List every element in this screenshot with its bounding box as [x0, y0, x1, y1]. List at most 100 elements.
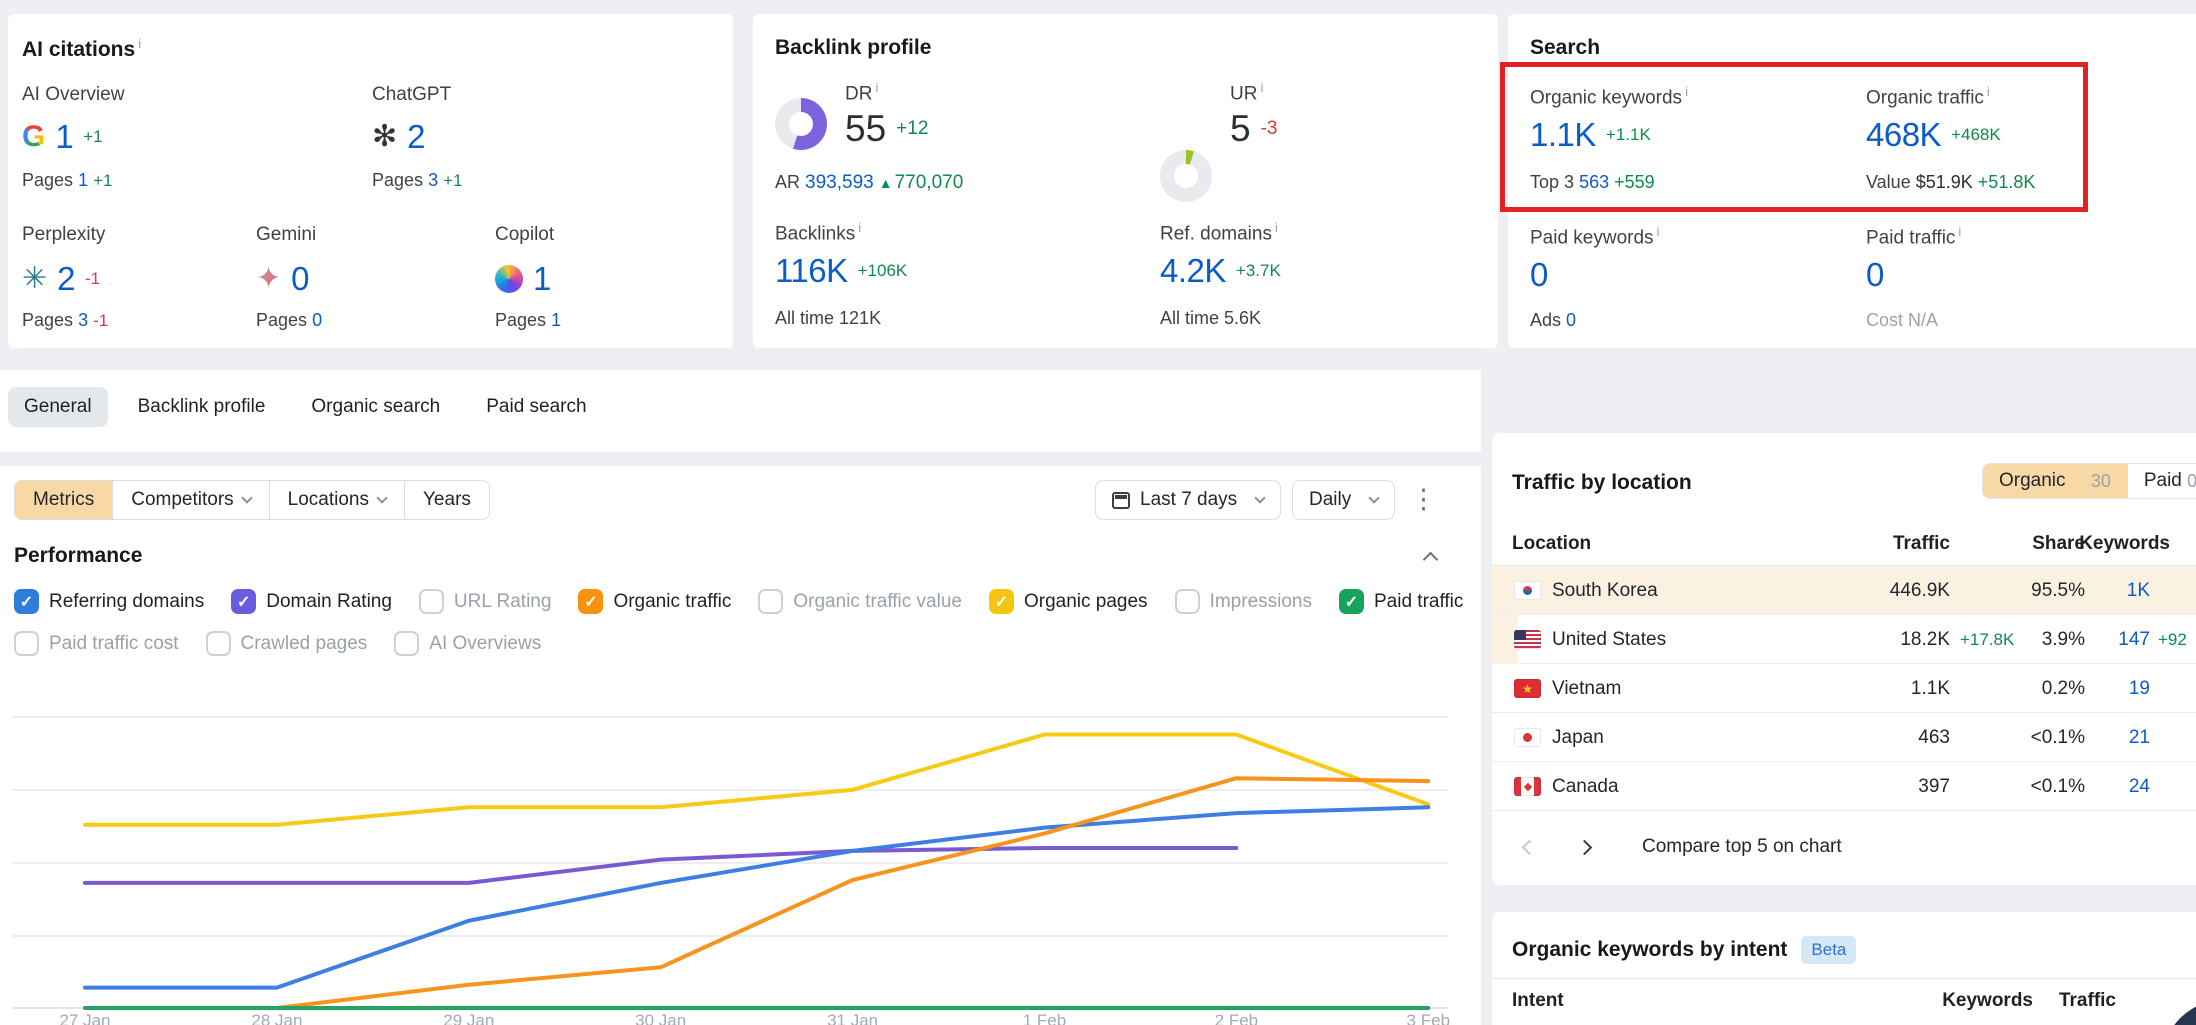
tab-general[interactable]: General	[8, 387, 108, 427]
copilot-pages: Pages 1	[495, 310, 561, 331]
collapse-chevron-up-icon[interactable]	[1423, 552, 1439, 568]
info-icon[interactable]: i	[1260, 80, 1263, 95]
years-filter-button[interactable]: Years	[404, 481, 489, 519]
gemini-label: Gemini	[256, 224, 316, 246]
perplexity-icon: ✳	[22, 264, 47, 294]
svg-text:2 Feb: 2 Feb	[1215, 1011, 1258, 1025]
col-intent-traffic[interactable]: Traffic	[2059, 990, 2116, 1012]
toggle-organic[interactable]: Organic 30	[1983, 464, 2127, 498]
col-intent[interactable]: Intent	[1512, 990, 1564, 1012]
backlinks-label: Backlinksi	[775, 220, 861, 245]
checkbox-paid-traffic-cost[interactable]: Paid traffic cost	[14, 631, 179, 656]
performance-chart[interactable]: 27 Jan28 Jan29 Jan30 Jan31 Jan1 Feb2 Feb…	[0, 660, 1481, 1025]
locations-filter-button[interactable]: Locations	[269, 481, 404, 519]
info-icon[interactable]: i	[138, 36, 141, 51]
ref-domains-delta: +3.7K	[1236, 261, 1281, 281]
checkbox-ai-overviews[interactable]: AI Overviews	[394, 631, 541, 656]
checkbox-paid-traffic[interactable]: Paid traffic	[1339, 589, 1463, 614]
checkbox-organic-pages[interactable]: Organic pages	[989, 589, 1148, 614]
ai-overview-value[interactable]: 1	[55, 118, 73, 156]
ref-domains-value[interactable]: 4.2K	[1160, 252, 1226, 290]
date-range-button[interactable]: Last 7 days	[1095, 480, 1281, 520]
more-options-kebab-icon[interactable]: ⋮	[1410, 486, 1437, 513]
keywords-link[interactable]: 24	[2129, 762, 2150, 811]
next-page-chevron-icon[interactable]	[1577, 839, 1593, 855]
annotation-box	[1500, 62, 2088, 212]
info-icon[interactable]: i	[1275, 220, 1278, 235]
checkbox-organic-traffic[interactable]: Organic traffic	[578, 589, 731, 614]
location-row-vietnam[interactable]: Vietnam 1.1K 0.2% 19	[1492, 664, 2196, 713]
ar-value[interactable]: 393,593	[805, 172, 874, 193]
info-icon[interactable]: i	[858, 220, 861, 235]
info-icon[interactable]: i	[1657, 224, 1660, 239]
google-icon: G	[22, 120, 45, 154]
paid-keywords-label: Paid keywordsi	[1530, 224, 1659, 249]
toggle-paid[interactable]: Paid 0	[2127, 464, 2196, 498]
checkbox-impressions[interactable]: Impressions	[1175, 589, 1312, 614]
location-row-united-states[interactable]: United States 18.2K +17.8K 3.9% 147 +92	[1492, 615, 2196, 664]
prev-page-chevron-icon[interactable]	[1522, 839, 1538, 855]
ai-citations-card: AI citationsi AI Overview G 1 +1 Pages 1…	[8, 14, 733, 348]
location-table-header: Location Traffic Share Keywords	[1492, 533, 2196, 566]
perplexity-value[interactable]: 2	[57, 260, 75, 298]
keywords-link[interactable]: 21	[2129, 713, 2150, 762]
location-row-japan[interactable]: Japan 463 <0.1% 21	[1492, 713, 2196, 762]
gemini-value[interactable]: 0	[291, 260, 309, 298]
location-row-south-korea[interactable]: South Korea 446.9K 95.5% 1K	[1492, 566, 2196, 615]
intent-table-header: Intent Keywords Traffic	[1492, 990, 2196, 1020]
paid-keywords-value[interactable]: 0	[1530, 256, 1548, 294]
organic-paid-toggle: Organic 30 Paid 0	[1982, 463, 2196, 499]
location-row-canada[interactable]: Canada 397 <0.1% 24	[1492, 762, 2196, 811]
col-intent-keywords[interactable]: Keywords	[1942, 990, 2033, 1012]
checkbox-referring-domains[interactable]: Referring domains	[14, 589, 204, 614]
col-keywords[interactable]: Keywords	[2079, 533, 2170, 555]
vietnam-flag-icon	[1514, 679, 1541, 698]
perplexity-label: Perplexity	[22, 224, 105, 246]
checkbox-icon	[206, 631, 231, 656]
tab-backlink-profile[interactable]: Backlink profile	[122, 387, 282, 427]
backlinks-delta: +106K	[858, 261, 908, 281]
metrics-filter-button[interactable]: Metrics	[15, 481, 112, 519]
checkbox-url-rating[interactable]: URL Rating	[419, 589, 552, 614]
dr-value: 55	[845, 108, 886, 150]
copilot-label: Copilot	[495, 224, 554, 246]
copilot-value[interactable]: 1	[533, 260, 551, 298]
chatgpt-value[interactable]: 2	[407, 118, 425, 156]
chevron-down-icon	[376, 492, 387, 503]
keywords-link[interactable]: 147	[2118, 615, 2150, 664]
info-icon[interactable]: i	[1958, 224, 1961, 239]
svg-text:29 Jan: 29 Jan	[443, 1011, 494, 1025]
tab-paid-search[interactable]: Paid search	[470, 387, 602, 427]
ur-value: 5	[1230, 108, 1251, 150]
backlinks-value[interactable]: 116K	[775, 252, 848, 290]
checkbox-domain-rating[interactable]: Domain Rating	[231, 589, 392, 614]
chatgpt-label: ChatGPT	[372, 84, 451, 106]
tab-organic-search[interactable]: Organic search	[295, 387, 456, 427]
col-share[interactable]: Share	[2032, 533, 2085, 555]
cost-row: Cost N/A	[1866, 310, 1938, 331]
info-icon[interactable]: i	[875, 80, 878, 95]
keywords-link[interactable]: 1K	[2127, 566, 2150, 615]
col-traffic[interactable]: Traffic	[1893, 533, 1950, 555]
metric-checkbox-row-1: Referring domains Domain Rating URL Rati…	[14, 589, 1463, 614]
compare-top5-link[interactable]: Compare top 5 on chart	[1642, 836, 1842, 858]
paid-traffic-value[interactable]: 0	[1866, 256, 1884, 294]
ai-overview-pages: Pages 1 +1	[22, 170, 112, 191]
checkbox-organic-traffic-value[interactable]: Organic traffic value	[758, 589, 962, 614]
col-location[interactable]: Location	[1512, 533, 1591, 555]
checkbox-icon	[14, 631, 39, 656]
report-tabs-band: General Backlink profile Organic search …	[0, 370, 1481, 452]
granularity-button[interactable]: Daily	[1292, 480, 1395, 520]
svg-text:27 Jan: 27 Jan	[59, 1011, 110, 1025]
checkbox-icon	[14, 589, 39, 614]
checkbox-crawled-pages[interactable]: Crawled pages	[206, 631, 368, 656]
svg-text:31 Jan: 31 Jan	[827, 1011, 878, 1025]
keywords-link[interactable]: 19	[2129, 664, 2150, 713]
metric-checkbox-row-2: Paid traffic cost Crawled pages AI Overv…	[14, 631, 541, 656]
competitors-filter-button[interactable]: Competitors	[112, 481, 268, 519]
performance-panel: Metrics Competitors Locations Years Last…	[0, 466, 1481, 1025]
japan-flag-icon	[1514, 728, 1541, 747]
svg-text:3 Feb: 3 Feb	[1407, 1011, 1450, 1025]
checkbox-icon	[1339, 589, 1364, 614]
checkbox-icon	[1175, 589, 1200, 614]
